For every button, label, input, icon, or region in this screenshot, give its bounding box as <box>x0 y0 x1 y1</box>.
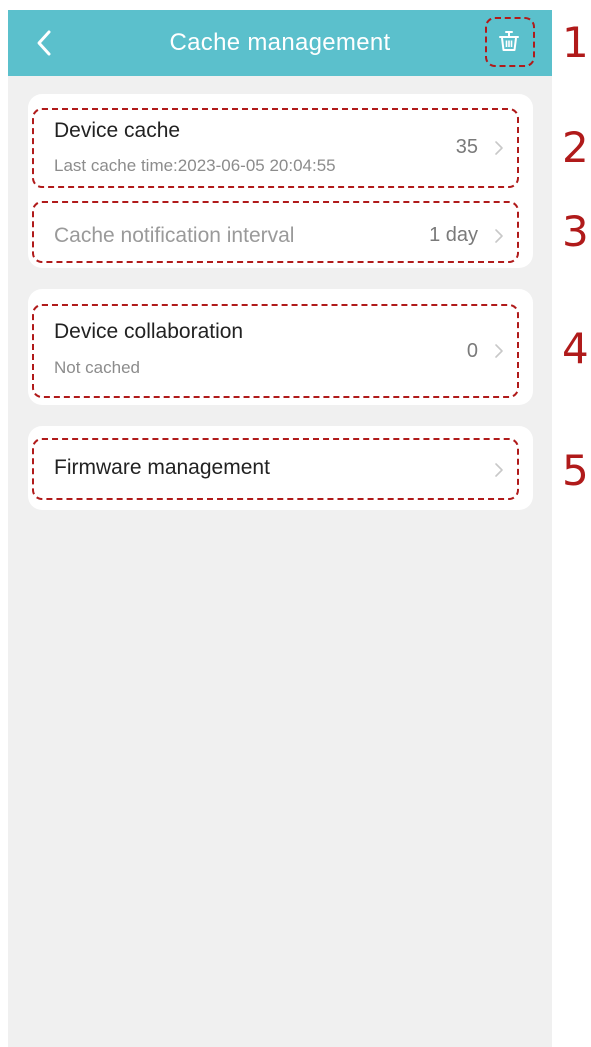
chevron-right-icon <box>495 344 503 358</box>
annotation-label-1: 1 <box>562 18 589 67</box>
device-cache-last-time: Last cache time:2023-06-05 20:04:55 <box>54 156 336 175</box>
phone-screen: Cache management Device cache Last cache… <box>8 10 552 1047</box>
device-cache-title: Device cache <box>54 119 181 142</box>
firmware-card: Firmware management <box>28 426 533 510</box>
annotation-label-3: 3 <box>562 207 589 256</box>
cache-notification-value: 1 day <box>429 224 478 246</box>
device-collaboration-title: Device collaboration <box>54 320 244 343</box>
page: Cache management Device cache Last cache… <box>0 0 591 1047</box>
cache-card: Device cache Last cache time:2023-06-05 … <box>28 94 533 268</box>
chevron-right-icon <box>495 463 503 477</box>
device-collaboration-row[interactable]: Device collaboration Not cached 0 <box>32 305 516 397</box>
device-collaboration-count: 0 <box>466 340 478 362</box>
page-title: Cache management <box>169 29 391 56</box>
annotation-label-4: 4 <box>562 324 589 373</box>
annotation-label-5: 5 <box>562 446 589 495</box>
header-bar: Cache management <box>8 10 552 76</box>
trash-basket-icon <box>499 31 519 51</box>
chevron-right-icon <box>495 141 503 155</box>
chevron-left-icon <box>37 30 51 56</box>
annotation-label-2: 2 <box>562 123 589 172</box>
collaboration-card: Device collaboration Not cached 0 <box>28 289 533 405</box>
chevron-right-icon <box>495 229 503 243</box>
back-button[interactable] <box>30 27 60 59</box>
cache-notification-title: Cache notification interval <box>54 224 295 247</box>
clear-cache-button[interactable] <box>486 18 532 66</box>
firmware-management-row[interactable]: Firmware management <box>32 440 516 500</box>
device-collaboration-status: Not cached <box>54 358 140 377</box>
device-cache-count: 35 <box>455 136 478 158</box>
firmware-management-title: Firmware management <box>54 456 270 479</box>
cache-notification-row[interactable]: Cache notification interval 1 day <box>32 200 516 266</box>
device-cache-row[interactable]: Device cache Last cache time:2023-06-05 … <box>32 106 516 186</box>
